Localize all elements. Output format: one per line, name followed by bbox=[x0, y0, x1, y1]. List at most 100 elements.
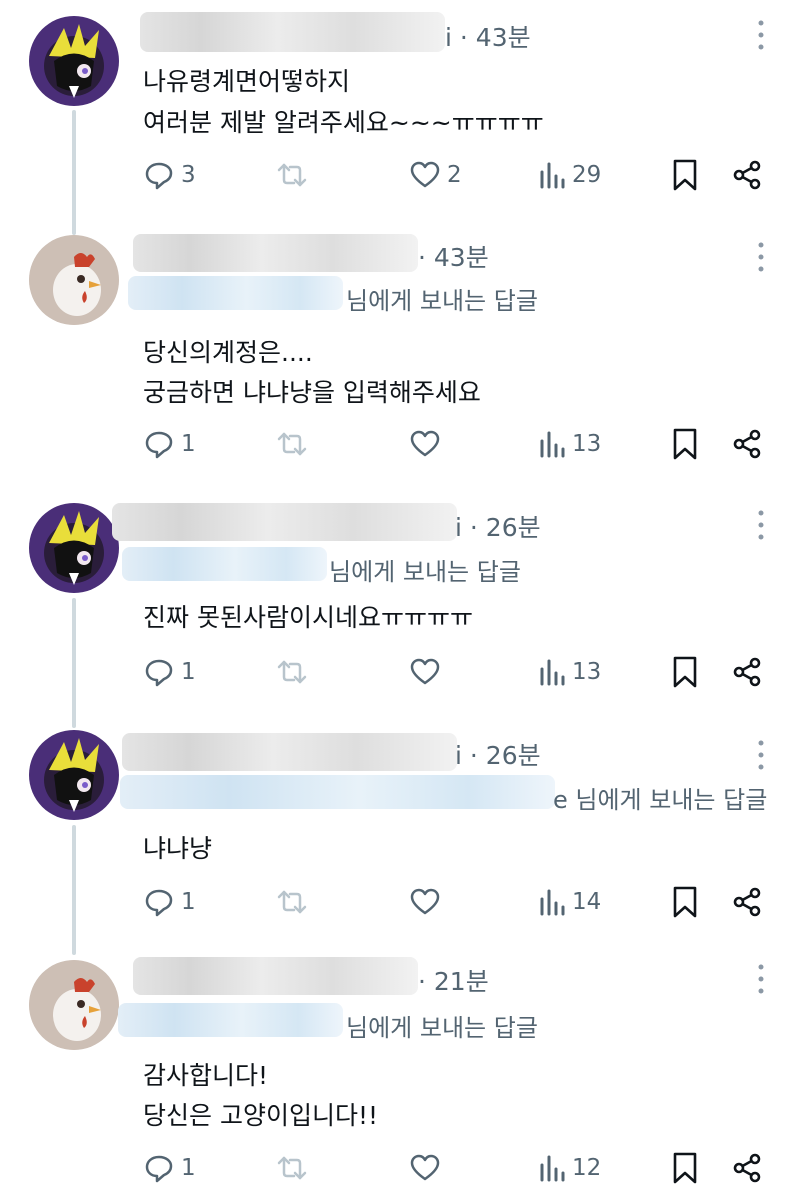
post-text-line: 감사합니다! bbox=[143, 1061, 269, 1090]
action-bar: 1 13 bbox=[0, 652, 807, 692]
reply-post[interactable]: · 43분 님에게 보내는 답글 당신의계정은.... 궁금하면 냐냐냥을 입력… bbox=[0, 230, 807, 490]
post-text-line: 냐냐냥 bbox=[143, 834, 213, 863]
more-options-icon[interactable] bbox=[751, 738, 771, 772]
avatar[interactable] bbox=[29, 16, 119, 106]
share-button[interactable] bbox=[731, 882, 763, 922]
retweet-button[interactable] bbox=[274, 1148, 310, 1188]
reply-post[interactable]: · 21분 님에게 보내는 답글 감사합니다! 당신은 고양이입니다!! 1 1… bbox=[0, 955, 807, 1202]
post-text-line: 나유령계면어떻하지 bbox=[143, 67, 351, 96]
avatar[interactable] bbox=[29, 235, 119, 325]
share-icon bbox=[733, 429, 761, 459]
reply-button[interactable]: 3 bbox=[143, 155, 196, 195]
heart-icon bbox=[410, 1154, 440, 1181]
like-button[interactable] bbox=[409, 652, 441, 692]
reply-count: 3 bbox=[181, 162, 196, 188]
reply-icon bbox=[145, 889, 173, 917]
like-button[interactable] bbox=[409, 882, 441, 922]
reply-icon bbox=[145, 162, 173, 190]
bookmark-button[interactable] bbox=[671, 882, 699, 922]
reply-count: 1 bbox=[181, 1155, 196, 1181]
reply-post[interactable]: i · 43분 나유령계면어떻하지 여러분 제발 알려주세요~~~ㅠㅠㅠㅠ 3 … bbox=[0, 0, 807, 230]
avatar[interactable] bbox=[29, 730, 119, 820]
views-button[interactable]: 13 bbox=[538, 424, 601, 464]
reply-to-label: 님에게 보내는 답글 bbox=[346, 1014, 538, 1042]
views-icon bbox=[540, 659, 565, 686]
action-bar: 1 14 bbox=[0, 882, 807, 922]
action-bar: 1 12 bbox=[0, 1148, 807, 1188]
heart-icon bbox=[410, 888, 440, 915]
reply-button[interactable]: 1 bbox=[143, 652, 196, 692]
views-button[interactable]: 12 bbox=[538, 1148, 601, 1188]
like-button[interactable] bbox=[409, 1148, 441, 1188]
views-count: 14 bbox=[572, 889, 602, 915]
share-icon bbox=[733, 1153, 761, 1183]
avatar[interactable] bbox=[29, 960, 119, 1050]
like-count: 2 bbox=[447, 162, 462, 188]
username-redacted bbox=[112, 503, 457, 541]
like-button[interactable] bbox=[409, 424, 441, 464]
retweet-icon bbox=[277, 660, 307, 684]
retweet-icon bbox=[277, 890, 307, 914]
reply-button[interactable]: 1 bbox=[143, 1148, 196, 1188]
views-button[interactable]: 13 bbox=[538, 652, 601, 692]
post-time: · 21분 bbox=[418, 967, 489, 996]
heart-icon bbox=[410, 658, 440, 685]
share-icon bbox=[733, 160, 761, 190]
post-time: · 43분 bbox=[418, 243, 489, 272]
bookmark-icon bbox=[673, 428, 697, 460]
more-options-icon[interactable] bbox=[751, 508, 771, 542]
retweet-button[interactable] bbox=[274, 882, 310, 922]
bookmark-button[interactable] bbox=[671, 155, 699, 195]
reply-to-label: e 님에게 보내는 답글 bbox=[553, 786, 768, 814]
views-icon bbox=[540, 431, 565, 458]
views-button[interactable]: 14 bbox=[538, 882, 601, 922]
post-time: i · 43분 bbox=[445, 23, 531, 52]
share-button[interactable] bbox=[731, 155, 763, 195]
bookmark-icon bbox=[673, 886, 697, 918]
reply-to-label: 님에게 보내는 답글 bbox=[329, 558, 521, 586]
reply-icon bbox=[145, 1155, 173, 1183]
views-count: 12 bbox=[572, 1155, 602, 1181]
retweet-button[interactable] bbox=[274, 652, 310, 692]
retweet-button[interactable] bbox=[274, 155, 310, 195]
share-icon bbox=[733, 657, 761, 687]
reply-count: 1 bbox=[181, 889, 196, 915]
reply-target-redacted bbox=[122, 547, 327, 581]
bookmark-button[interactable] bbox=[671, 652, 699, 692]
reply-button[interactable]: 1 bbox=[143, 882, 196, 922]
username-redacted bbox=[133, 234, 418, 272]
post-text-line: 여러분 제발 알려주세요~~~ㅠㅠㅠㅠ bbox=[143, 108, 544, 137]
reply-icon bbox=[145, 431, 173, 459]
heart-icon bbox=[410, 161, 440, 188]
share-button[interactable] bbox=[731, 1148, 763, 1188]
retweet-icon bbox=[277, 1156, 307, 1180]
avatar[interactable] bbox=[29, 503, 119, 593]
share-icon bbox=[733, 887, 761, 917]
post-time: i · 26분 bbox=[455, 513, 541, 542]
action-bar: 1 13 bbox=[0, 424, 807, 464]
bookmark-button[interactable] bbox=[671, 424, 699, 464]
reply-post[interactable]: i · 26분 e 님에게 보내는 답글 냐냐냥 1 14 bbox=[0, 725, 807, 955]
views-icon bbox=[540, 1155, 565, 1182]
views-count: 13 bbox=[572, 659, 602, 685]
views-button[interactable]: 29 bbox=[538, 155, 601, 195]
share-button[interactable] bbox=[731, 424, 763, 464]
post-text-line: 궁금하면 냐냐냥을 입력해주세요 bbox=[143, 378, 481, 407]
more-options-icon[interactable] bbox=[751, 18, 771, 52]
views-count: 13 bbox=[572, 431, 602, 457]
retweet-button[interactable] bbox=[274, 424, 310, 464]
bookmark-button[interactable] bbox=[671, 1148, 699, 1188]
like-button[interactable]: 2 bbox=[409, 155, 462, 195]
more-options-icon[interactable] bbox=[751, 962, 771, 996]
share-button[interactable] bbox=[731, 652, 763, 692]
reply-count: 1 bbox=[181, 659, 196, 685]
more-options-icon[interactable] bbox=[751, 240, 771, 274]
reply-button[interactable]: 1 bbox=[143, 424, 196, 464]
username-redacted bbox=[140, 12, 445, 52]
post-time: i · 26분 bbox=[455, 741, 541, 770]
reply-count: 1 bbox=[181, 431, 196, 457]
retweet-icon bbox=[277, 163, 307, 187]
reply-post[interactable]: i · 26분 님에게 보내는 답글 진짜 못된사람이시네요ㅠㅠㅠㅠ 1 13 bbox=[0, 495, 807, 725]
post-text-line: 당신의계정은.... bbox=[143, 338, 313, 367]
bookmark-icon bbox=[673, 159, 697, 191]
